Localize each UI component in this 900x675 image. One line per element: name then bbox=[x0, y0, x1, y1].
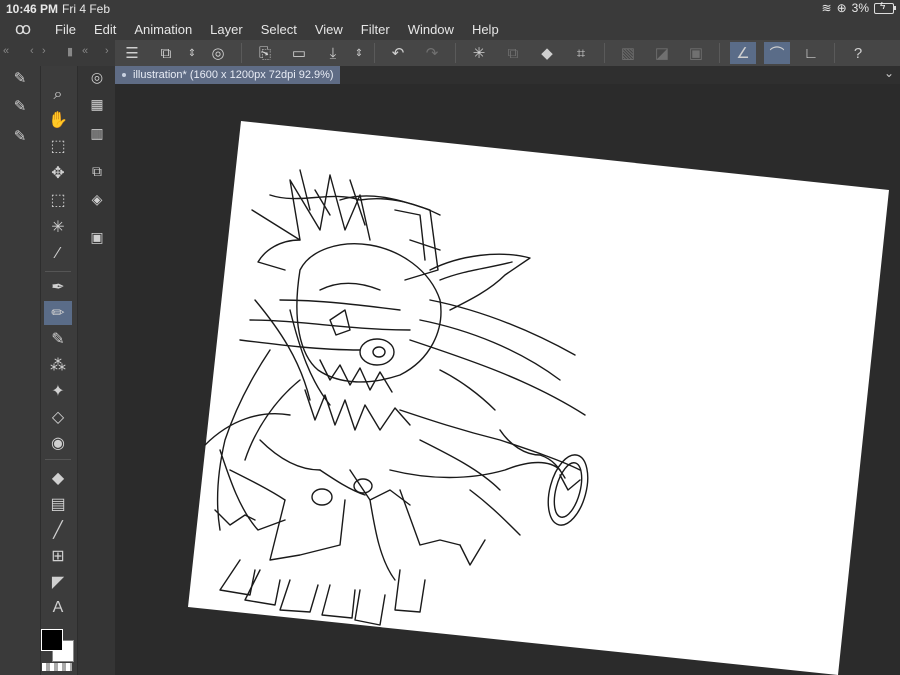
line-icon[interactable]: ╱ bbox=[44, 518, 72, 542]
document-tab-bar: illustration* (1600 x 1200px 72dpi 92.9%… bbox=[115, 66, 900, 84]
tool-palette: ⌕ ✋ ⬚ ✥ ⬚ ✳ ⁄ ✒ ✏ ✎ ⁂ ✦ ◇ ◉ ◆ ▤ ╱ ⊞ ◤ A bbox=[40, 66, 77, 675]
divider bbox=[45, 271, 71, 272]
divider bbox=[604, 43, 605, 63]
hand-icon[interactable]: ✋ bbox=[44, 108, 72, 132]
status-bar: 10:46 PM Fri 4 Feb ≋ ⊕ 3% ϟ bbox=[0, 0, 900, 18]
modified-dot bbox=[122, 73, 126, 77]
document-title: illustration* (1600 x 1200px 72dpi 92.9%… bbox=[133, 69, 334, 81]
new-canvas-icon[interactable]: ⎘ bbox=[252, 42, 278, 64]
menu-animation[interactable]: Animation bbox=[125, 22, 201, 37]
date: Fri 4 Feb bbox=[62, 2, 111, 16]
menu-icon[interactable]: ☰ bbox=[119, 42, 145, 64]
expand-right-icon[interactable]: › bbox=[42, 45, 46, 57]
airbrush-icon[interactable]: ⁂ bbox=[44, 353, 72, 377]
redo-icon[interactable]: ↷ bbox=[419, 42, 445, 64]
divider bbox=[455, 43, 456, 63]
menu-filter[interactable]: Filter bbox=[352, 22, 399, 37]
canvas-view[interactable] bbox=[115, 84, 900, 675]
decoration-icon[interactable]: ✦ bbox=[44, 379, 72, 403]
help-icon[interactable]: ? bbox=[845, 42, 871, 64]
navigator-icon[interactable]: ◎ bbox=[86, 66, 108, 88]
blend-icon[interactable]: ◉ bbox=[44, 431, 72, 455]
pen-config-icon[interactable]: ✎ bbox=[8, 94, 32, 118]
battery-icon: ϟ bbox=[874, 1, 896, 14]
divider bbox=[834, 43, 835, 63]
menu-select[interactable]: Select bbox=[252, 22, 306, 37]
lasso-icon[interactable]: ◎ bbox=[205, 42, 231, 64]
text-icon[interactable]: A bbox=[44, 596, 72, 620]
command-bar: ☰ ⧉ ⇕ ◎ ⎘ ▭ ⤓ ⇕ ↶ ↷ ✳ ⧉ ◆ ⌗ ▧ ◪ ▣ ∠ ⌒ ∟ … bbox=[115, 40, 900, 66]
menu-file[interactable]: File bbox=[46, 22, 85, 37]
panel-strip: ◎ ▦ ▥ ⧉ ◈ ▣ bbox=[77, 66, 116, 675]
crop-icon[interactable]: ⌗ bbox=[568, 42, 594, 64]
snap-ruler-icon[interactable]: ⌒ bbox=[764, 42, 790, 64]
open-folder-icon[interactable]: ▭ bbox=[286, 42, 312, 64]
divider bbox=[45, 459, 71, 460]
sub-tool-strip: ✎ ✎ ✎ bbox=[0, 66, 40, 675]
pen-target-icon[interactable]: ✎ bbox=[8, 124, 32, 148]
transform-icon[interactable]: ⧉ bbox=[153, 42, 179, 64]
pen-settings-icon[interactable]: ✎ bbox=[8, 66, 32, 90]
timeline-icon[interactable]: ▥ bbox=[86, 122, 108, 144]
up-down-icon[interactable]: ⇕ bbox=[352, 42, 366, 64]
status-icons: ≋ ⊕ 3% ϟ bbox=[821, 1, 896, 15]
layer-property-icon[interactable]: ⧉ bbox=[86, 160, 108, 182]
battery-percent: 3% bbox=[851, 1, 869, 15]
fill-bucket-icon[interactable]: ◆ bbox=[44, 466, 72, 490]
grip-icon[interactable]: ▮ bbox=[67, 45, 73, 58]
move-icon[interactable]: ✥ bbox=[44, 161, 72, 185]
eraser-icon[interactable]: ◇ bbox=[44, 405, 72, 429]
color-set-icon[interactable]: ▦ bbox=[86, 93, 108, 115]
workspace bbox=[115, 84, 900, 675]
brush-icon[interactable]: ✎ bbox=[44, 327, 72, 351]
pencil-icon[interactable]: ✏ bbox=[44, 301, 72, 325]
object-select-icon[interactable]: ⬚ bbox=[44, 134, 72, 158]
save-icon[interactable]: ⤓ bbox=[320, 42, 346, 64]
clock: 10:46 PM bbox=[6, 2, 59, 16]
zoom-icon[interactable]: ⌕ bbox=[44, 83, 72, 107]
collapse-left-icon[interactable]: ‹ bbox=[30, 45, 34, 57]
orientation-lock-icon: ⊕ bbox=[836, 1, 847, 15]
selection-icon[interactable]: ⬚ bbox=[44, 188, 72, 212]
up-down-icon[interactable]: ⇕ bbox=[185, 42, 199, 64]
document-tab[interactable]: illustration* (1600 x 1200px 72dpi 92.9%… bbox=[115, 66, 340, 84]
menu-bar: ꝏ File Edit Animation Layer Select View … bbox=[0, 18, 900, 40]
chevron-down-icon[interactable]: ⌄ bbox=[884, 66, 894, 80]
gradient-icon[interactable]: ▤ bbox=[44, 492, 72, 516]
deselect-icon[interactable]: ▧ bbox=[615, 42, 641, 64]
transparent-color-swatch[interactable] bbox=[42, 663, 72, 671]
material-icon[interactable]: ▣ bbox=[86, 226, 108, 248]
divider bbox=[241, 43, 242, 63]
copy-icon[interactable]: ⧉ bbox=[500, 42, 526, 64]
layers-icon[interactable]: ◈ bbox=[86, 188, 108, 210]
fill-icon[interactable]: ◆ bbox=[534, 42, 560, 64]
snap-special-icon[interactable]: ∟ bbox=[798, 42, 824, 64]
pen-icon[interactable]: ✒ bbox=[44, 275, 72, 299]
menu-view[interactable]: View bbox=[306, 22, 352, 37]
invert-selection-icon[interactable]: ◪ bbox=[649, 42, 675, 64]
eyedropper-icon[interactable]: ⁄ bbox=[44, 242, 72, 266]
magic-wand-icon[interactable]: ✳ bbox=[44, 215, 72, 239]
menu-help[interactable]: Help bbox=[463, 22, 508, 37]
divider bbox=[719, 43, 720, 63]
menu-edit[interactable]: Edit bbox=[85, 22, 125, 37]
panel-collapse-tabs: « ‹ › ▮ « › bbox=[0, 40, 115, 66]
clear-icon[interactable]: ▣ bbox=[683, 42, 709, 64]
frame-icon[interactable]: ⊞ bbox=[44, 544, 72, 568]
divider bbox=[374, 43, 375, 63]
app-logo-icon[interactable]: ꝏ bbox=[0, 19, 46, 39]
foreground-color-swatch[interactable] bbox=[41, 629, 63, 651]
wifi-icon: ≋ bbox=[821, 1, 832, 15]
menu-layer[interactable]: Layer bbox=[201, 22, 252, 37]
canvas[interactable] bbox=[188, 121, 889, 675]
stabilizer-icon[interactable]: ∠ bbox=[730, 42, 756, 64]
menu-window[interactable]: Window bbox=[399, 22, 463, 37]
undo-icon[interactable]: ↶ bbox=[385, 42, 411, 64]
expand-right-icon[interactable]: › bbox=[105, 45, 109, 57]
collapse-left-icon[interactable]: « bbox=[3, 45, 9, 57]
collapse-left-icon[interactable]: « bbox=[82, 45, 88, 57]
loading-icon[interactable]: ✳ bbox=[466, 42, 492, 64]
ruler-icon[interactable]: ◤ bbox=[44, 570, 72, 594]
